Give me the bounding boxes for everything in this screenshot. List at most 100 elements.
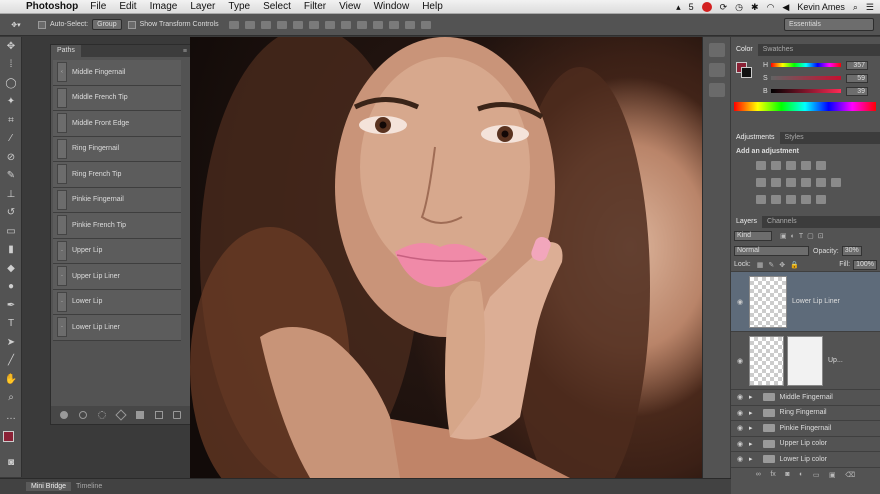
layer-group[interactable]: ◉ ▸ Ring Fingernail [731, 406, 880, 421]
menu-filter[interactable]: Filter [304, 1, 326, 12]
disclosure-icon[interactable]: ▸ [749, 393, 753, 401]
fill-input[interactable]: 100% [853, 259, 877, 270]
dist-hcenter-icon[interactable] [388, 20, 399, 29]
saturation-value[interactable]: 59 [846, 73, 868, 83]
color-ramp[interactable] [734, 102, 876, 111]
tab-adjustments[interactable]: Adjustments [731, 132, 780, 144]
brightness-icon[interactable] [756, 161, 766, 170]
menu-type[interactable]: Type [228, 1, 250, 12]
dist-right-icon[interactable] [404, 20, 415, 29]
black-white-icon[interactable] [786, 178, 796, 187]
more-tools-icon[interactable]: … [0, 407, 22, 426]
visibility-icon[interactable]: ◉ [731, 298, 749, 306]
filter-icons[interactable]: ▣◐T▢⊡ [780, 232, 828, 240]
filter-kind-select[interactable]: Kind [734, 231, 772, 241]
adjustment-layer-icon[interactable]: ◐ [799, 471, 803, 478]
paths-tab[interactable]: Paths [51, 45, 81, 57]
layer-group[interactable]: ◉ ▸ Upper Lip color [731, 437, 880, 452]
color-balance-icon[interactable] [771, 178, 781, 187]
photo-filter-icon[interactable] [801, 178, 811, 187]
trash-icon[interactable] [173, 411, 182, 419]
tab-styles[interactable]: Styles [780, 132, 809, 144]
path-item[interactable]: Pinkie French Tip [53, 213, 181, 239]
threshold-icon[interactable] [786, 195, 796, 204]
add-mask-icon[interactable] [135, 411, 144, 419]
blur-tool-icon[interactable]: ◆ [0, 259, 22, 278]
tab-channels[interactable]: Channels [762, 216, 802, 228]
disclosure-icon[interactable]: ▸ [749, 440, 753, 448]
menu-window[interactable]: Window [374, 1, 410, 12]
auto-align-icon[interactable] [420, 20, 431, 29]
posterize-icon[interactable] [771, 195, 781, 204]
fx-icon[interactable]: fx [770, 471, 775, 478]
wifi-icon[interactable]: ◠ [767, 2, 775, 13]
brightness-slider[interactable]: B 39 [763, 86, 875, 96]
disclosure-icon[interactable]: ▸ [749, 409, 753, 417]
layer-row-selected[interactable]: ◉ Lower Lip Liner [731, 272, 880, 332]
menu-edit[interactable]: Edit [119, 1, 136, 12]
menu-layer[interactable]: Layer [190, 1, 215, 12]
hue-slider[interactable]: H 357 [763, 60, 875, 70]
align-left-icon[interactable] [276, 20, 287, 29]
list-icon[interactable]: ☰ [866, 2, 874, 13]
dist-bottom-icon[interactable] [356, 20, 367, 29]
exposure-icon[interactable] [801, 161, 811, 170]
tab-color[interactable]: Color [731, 44, 758, 56]
menu-image[interactable]: Image [150, 1, 178, 12]
crop-tool-icon[interactable]: ⌗ [0, 111, 22, 130]
lasso-tool-icon[interactable]: ◯ [0, 74, 22, 93]
curves-icon[interactable] [786, 161, 796, 170]
artboard-icon[interactable]: ⁞ [0, 56, 22, 75]
clone-stamp-icon[interactable]: ⊥ [0, 185, 22, 204]
path-selection-icon[interactable]: ➤ [0, 333, 22, 352]
make-work-path-icon[interactable] [115, 409, 127, 421]
path-item[interactable]: Ring French Tip [53, 162, 181, 188]
tab-mini-bridge[interactable]: Mini Bridge [26, 482, 72, 491]
brush-tool-icon[interactable]: ✎ [0, 167, 22, 186]
visibility-icon[interactable]: ◉ [731, 424, 749, 432]
menu-view[interactable]: View [339, 1, 361, 12]
dodge-tool-icon[interactable]: ● [0, 278, 22, 297]
tab-layers[interactable]: Layers [731, 216, 763, 228]
panel-menu-icon[interactable]: ≡ [183, 48, 187, 55]
channel-mixer-icon[interactable] [816, 178, 826, 187]
actions-icon[interactable] [708, 63, 725, 77]
show-transform-checkbox[interactable] [127, 20, 136, 29]
eraser-icon[interactable]: ▭ [0, 222, 22, 241]
quick-mask-icon[interactable]: ◙ [0, 453, 22, 472]
visibility-icon[interactable]: ◉ [731, 440, 749, 448]
sync-icon[interactable]: ⟳ [720, 2, 728, 13]
align-bottom-icon[interactable] [260, 20, 271, 29]
workspace-select[interactable]: Essentials [784, 18, 874, 31]
app-menu[interactable]: Photoshop [26, 1, 78, 12]
adobe-icon[interactable]: ▴ [676, 2, 681, 13]
saturation-slider[interactable]: S 59 [763, 73, 875, 83]
load-selection-icon[interactable] [98, 411, 107, 419]
opacity-input[interactable]: 30% [841, 246, 862, 256]
history-brush-icon[interactable]: ↺ [0, 204, 22, 223]
menu-select[interactable]: Select [263, 1, 291, 12]
search-icon[interactable]: ⌕ [853, 2, 858, 13]
new-layer-icon[interactable]: ▣ [829, 471, 836, 479]
notification-icon[interactable] [701, 2, 712, 12]
path-item[interactable]: - Lower Lip Liner [53, 315, 181, 341]
document-canvas[interactable] [190, 37, 702, 478]
type-tool-icon[interactable]: T [0, 315, 22, 334]
menu-help[interactable]: Help [422, 1, 443, 12]
visibility-icon[interactable]: ◉ [731, 357, 749, 365]
group-icon[interactable]: ▭ [813, 471, 820, 479]
properties-icon[interactable] [708, 83, 725, 97]
align-top-icon[interactable] [228, 20, 239, 29]
path-item[interactable]: Middle Front Edge [53, 111, 181, 137]
align-vcenter-icon[interactable] [244, 20, 255, 29]
gradient-icon[interactable]: ▮ [0, 241, 22, 260]
invert-icon[interactable] [756, 195, 766, 204]
shape-tool-icon[interactable]: ╱ [0, 352, 22, 371]
hue-sat-icon[interactable] [756, 178, 766, 187]
auto-select-checkbox[interactable] [38, 20, 46, 29]
path-item[interactable]: Ring Fingernail [53, 136, 181, 162]
path-item[interactable]: - Upper Lip [53, 238, 181, 264]
path-item[interactable]: ‹ Middle Fingernail [53, 60, 181, 86]
stroke-path-icon[interactable] [79, 411, 88, 419]
new-path-icon[interactable] [154, 411, 163, 419]
